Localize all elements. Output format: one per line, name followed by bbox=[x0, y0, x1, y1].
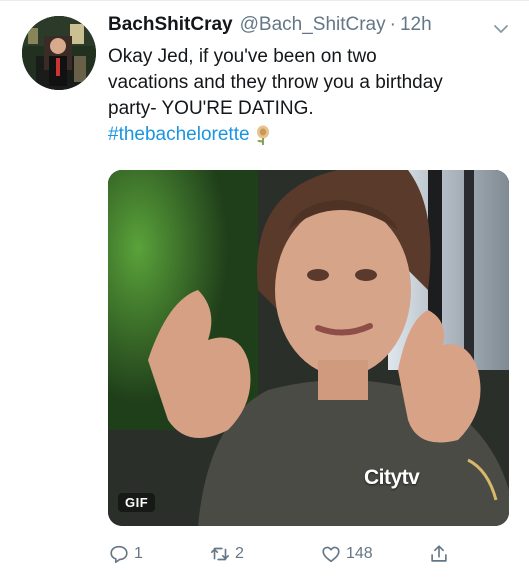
header-separator: · bbox=[389, 14, 396, 35]
retweet-icon bbox=[210, 547, 230, 561]
reply-count: 1 bbox=[134, 545, 143, 562]
tweet-time[interactable]: 12h bbox=[400, 14, 432, 36]
display-name[interactable]: BachShitCray bbox=[108, 14, 233, 36]
retweet-button[interactable]: 2 bbox=[209, 540, 244, 568]
gif-frame bbox=[108, 170, 509, 526]
channel-watermark: Citytv bbox=[364, 466, 420, 489]
top-divider bbox=[0, 0, 529, 1]
share-icon bbox=[431, 545, 447, 562]
tweet-header: BachShitCray @Bach_ShitCray · 12h bbox=[108, 14, 498, 42]
tweet-actions: 1 2 148 bbox=[108, 540, 508, 568]
rose-emoji-icon bbox=[253, 124, 273, 146]
tweet-text-line: vacations and they throw you a birthday bbox=[108, 72, 443, 93]
reply-button[interactable]: 1 bbox=[108, 540, 143, 568]
retweet-count: 2 bbox=[235, 545, 244, 562]
tweet-text-line: party- YOU'RE DATING. bbox=[108, 98, 314, 119]
user-handle[interactable]: @Bach_ShitCray bbox=[240, 14, 386, 36]
gif-media[interactable]: Citytv GIF bbox=[108, 170, 509, 526]
tweet-text: Okay Jed, if you've been on two vacation… bbox=[108, 44, 513, 148]
like-count: 148 bbox=[346, 545, 373, 562]
hashtag-line: #thebachelorette bbox=[108, 122, 513, 148]
share-button[interactable] bbox=[428, 540, 454, 568]
hashtag-link[interactable]: #thebachelorette bbox=[108, 122, 250, 148]
gif-badge: GIF bbox=[118, 493, 156, 512]
avatar[interactable] bbox=[22, 16, 96, 90]
like-button[interactable]: 148 bbox=[320, 540, 373, 568]
heart-icon bbox=[322, 546, 340, 563]
reply-icon bbox=[110, 545, 128, 564]
tweet-text-line: Okay Jed, if you've been on two bbox=[108, 46, 377, 67]
chevron-down-icon[interactable] bbox=[490, 18, 512, 40]
